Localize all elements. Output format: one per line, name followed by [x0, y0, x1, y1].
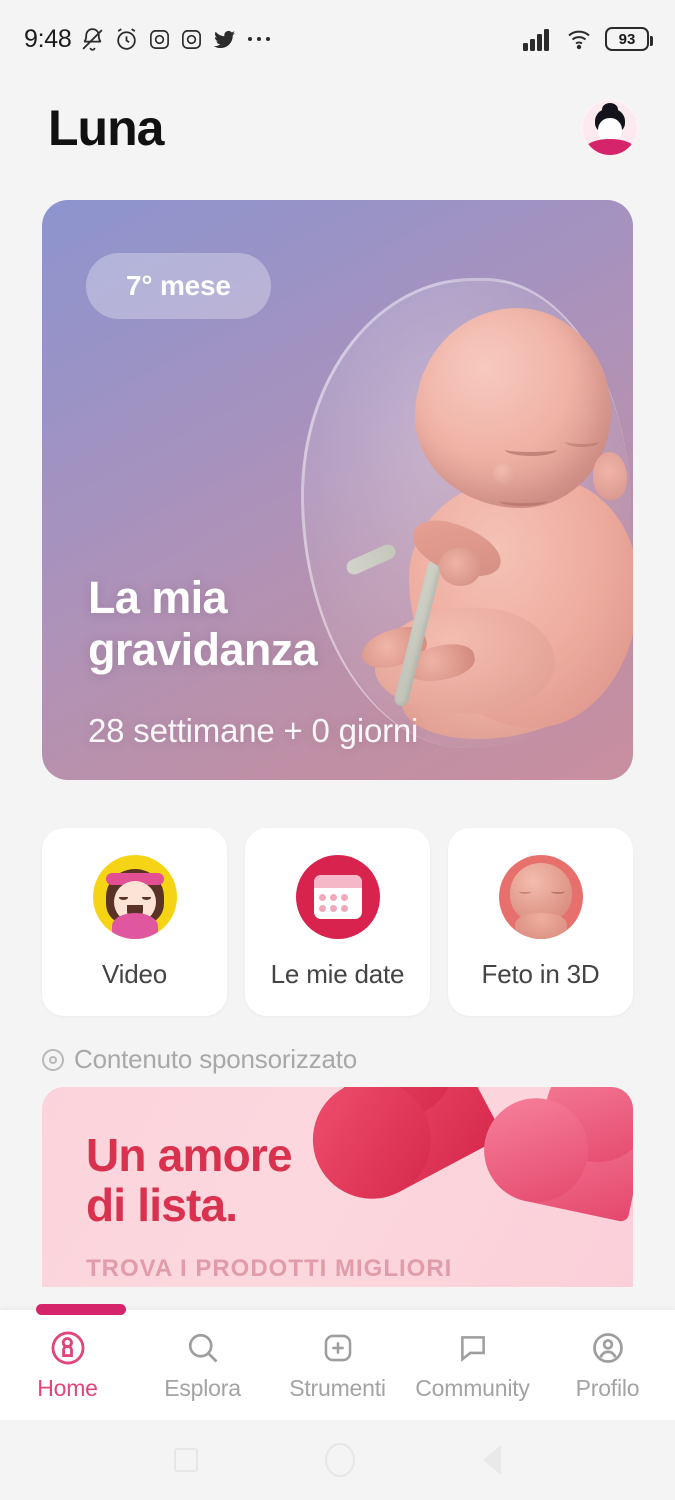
- video-woman-icon: [92, 854, 177, 939]
- twitter-icon: [212, 27, 237, 52]
- fetus-eye-near: [505, 443, 557, 456]
- quick-action-label: Feto in 3D: [481, 958, 600, 989]
- ad-title-line1: Un amore: [86, 1129, 293, 1181]
- fetus-3d-icon: [498, 854, 583, 939]
- video-icon-body: [111, 912, 158, 939]
- quick-action-le-mie-date[interactable]: Le mie date: [245, 828, 430, 1016]
- heart-icon: [344, 1087, 504, 1192]
- bottom-navigation: Home Esplora Strumenti Community Profilo: [0, 1304, 675, 1420]
- fetus-nose: [493, 462, 515, 484]
- heart-icon: [525, 1099, 633, 1223]
- video-icon-eye-right: [141, 895, 151, 900]
- nav-item-profilo[interactable]: Profilo: [540, 1328, 675, 1402]
- quick-action-video[interactable]: Video: [42, 828, 227, 1016]
- battery-icon: 93: [605, 27, 653, 51]
- home-logo-icon: [48, 1328, 88, 1368]
- nav-label: Profilo: [575, 1375, 640, 1401]
- calendar-dots: [314, 888, 362, 918]
- nav-label: Strumenti: [289, 1375, 386, 1401]
- nav-item-community[interactable]: Community: [405, 1328, 540, 1402]
- android-system-nav: [0, 1420, 675, 1500]
- ad-subtitle: TROVA I PRODOTTI MIGLIORI: [86, 1255, 453, 1282]
- chat-bubble-icon: [453, 1328, 493, 1368]
- plus-square-icon: [318, 1328, 358, 1368]
- sponsored-label-row: Contenuto sponsorizzato: [42, 1044, 675, 1075]
- app-header: Luna: [0, 78, 675, 178]
- wifi-icon: [564, 27, 594, 51]
- home-circle-icon[interactable]: [325, 1443, 356, 1477]
- recents-square-icon[interactable]: [173, 1448, 198, 1472]
- nav-label: Community: [415, 1375, 530, 1401]
- fetus-mouth: [499, 496, 547, 506]
- status-bar-left: 9:48: [24, 25, 272, 54]
- avatar-body: [586, 139, 634, 155]
- hero-title: La mia gravidanza: [88, 572, 318, 676]
- quick-actions-row: Video Le mie date Feto in 3D: [42, 828, 633, 1016]
- feto-icon-eye-left: [518, 889, 531, 894]
- ad-title: Un amore di lista.: [86, 1129, 293, 1231]
- status-bar-right: 93: [523, 27, 653, 51]
- quick-action-label: Video: [101, 958, 168, 989]
- month-badge: 7° mese: [86, 253, 271, 319]
- status-time: 9:48: [24, 24, 72, 53]
- back-triangle-icon[interactable]: [483, 1445, 502, 1475]
- quick-action-feto-in-3d[interactable]: Feto in 3D: [448, 828, 633, 1016]
- signal-bars-icon: [523, 27, 553, 51]
- status-bar: 9:48 93: [0, 0, 675, 78]
- calendar-header-bar: [313, 874, 362, 888]
- quick-action-label: Le mie date: [270, 958, 405, 989]
- calendar-glyph: [313, 874, 362, 919]
- fetus-illustration: [283, 200, 633, 780]
- nav-item-home[interactable]: Home: [0, 1328, 135, 1402]
- instagram-icon: [148, 28, 171, 51]
- nav-item-esplora[interactable]: Esplora: [135, 1328, 270, 1402]
- hero-title-line2: gravidanza: [88, 624, 318, 676]
- alarm-clock-icon: [114, 27, 139, 52]
- avatar[interactable]: [581, 99, 639, 157]
- nav-label: Home: [37, 1375, 98, 1401]
- nav-label: Esplora: [164, 1375, 241, 1401]
- person-circle-icon: [588, 1328, 628, 1368]
- hero-subtitle: 28 settimane + 0 giorni: [88, 712, 419, 749]
- calendar-icon: [295, 854, 380, 939]
- ad-title-line2: di lista.: [86, 1178, 238, 1231]
- sponsored-ad-banner[interactable]: Un amore di lista. TROVA I PRODOTTI MIGL…: [42, 1087, 633, 1287]
- pregnancy-hero-card[interactable]: 7° mese La mia gravidanza 28 settimane +…: [42, 200, 633, 780]
- sponsored-label: Contenuto sponsorizzato: [74, 1044, 358, 1074]
- active-tab-indicator: [36, 1304, 126, 1315]
- more-dots-icon: [246, 34, 272, 44]
- feto-icon-eye-right: [550, 889, 565, 894]
- battery-level: 93: [618, 30, 636, 48]
- feto-icon-body: [514, 912, 567, 939]
- video-icon-eye-left: [118, 895, 128, 900]
- bell-muted-icon: [80, 27, 105, 52]
- nav-item-strumenti[interactable]: Strumenti: [270, 1328, 405, 1402]
- fetus-hand: [439, 548, 481, 586]
- search-icon: [183, 1328, 223, 1368]
- target-icon: [42, 1048, 64, 1071]
- hero-title-line1: La mia: [88, 572, 228, 623]
- page-title: Luna: [48, 100, 164, 156]
- fetus-ear: [593, 452, 627, 500]
- instagram-icon: [180, 28, 203, 51]
- fetus-eye-far: [565, 436, 599, 447]
